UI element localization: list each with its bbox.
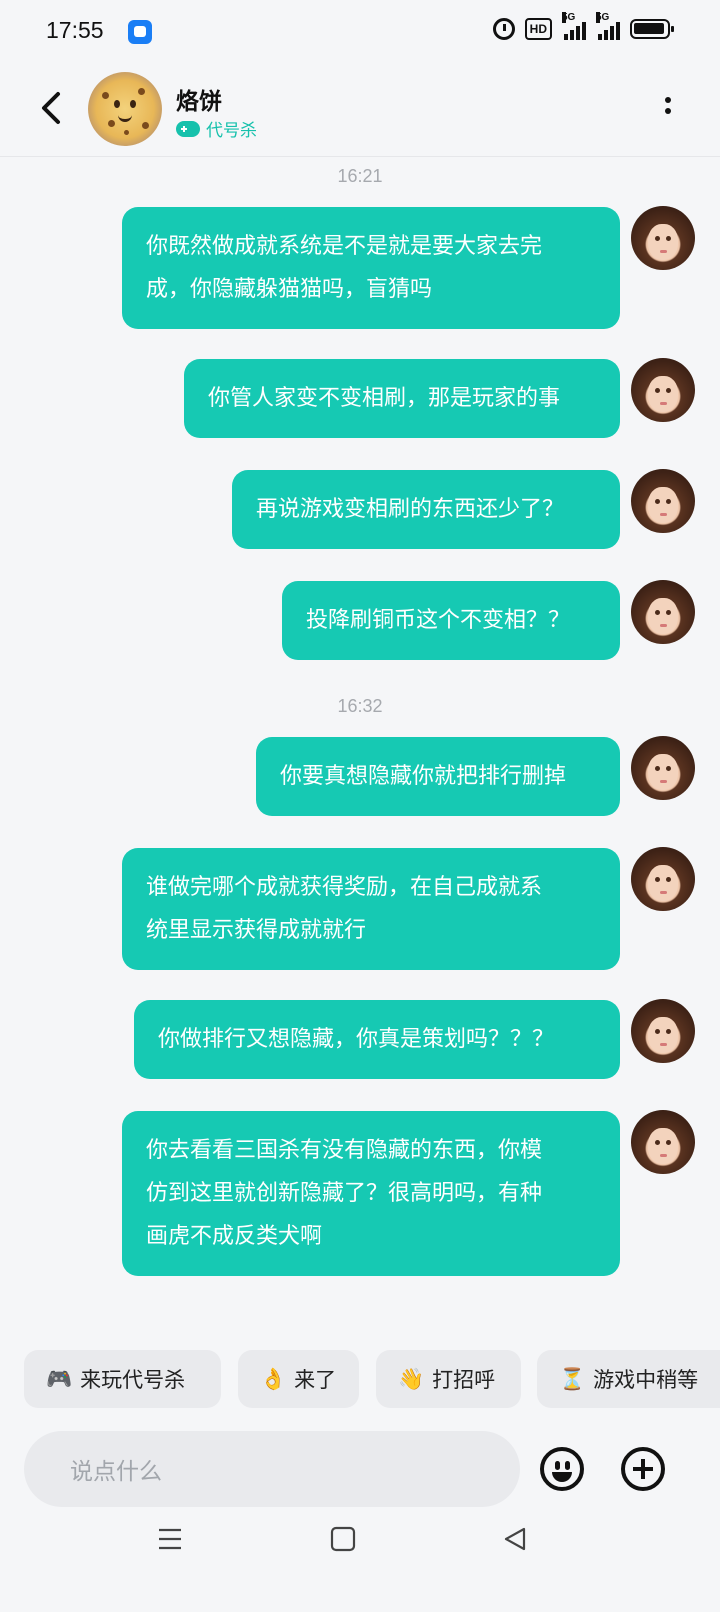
quick-reply-chip[interactable]: 👌 来了: [238, 1350, 359, 1408]
chip-label: 来了: [294, 1368, 337, 1392]
sim1-network-label: 5G: [562, 12, 576, 23]
more-menu-icon[interactable]: [664, 94, 672, 120]
quick-reply-chip[interactable]: 🎮 来玩代号杀: [24, 1350, 221, 1408]
message-line: 谁做完哪个成就获得奖励，在自己成就系: [146, 875, 543, 900]
hd-voice-icon: HD: [524, 18, 552, 40]
emoji-button[interactable]: [540, 1447, 584, 1491]
back-nav-icon[interactable]: [502, 1526, 528, 1552]
message-line: 你管人家变不变相刷，那是玩家的事: [208, 386, 561, 411]
message-bubble[interactable]: 你去看看三国杀有没有隐藏的东西，你模 仿到这里就创新隐藏了？很高明吗，有种 画虎…: [122, 1111, 620, 1276]
app-notification-icon: [128, 20, 152, 44]
message-line: 你既然做成就系统是不是就是要大家去完: [146, 234, 543, 259]
quick-reply-bar[interactable]: 🎮 来玩代号杀 👌 来了 👋 打招呼 ⏳ 游戏中稍等: [0, 1325, 720, 1415]
message-bubble[interactable]: 你做排行又想隐藏，你真是策划吗？？？: [134, 1000, 620, 1079]
home-icon[interactable]: [330, 1526, 356, 1552]
quick-reply-chip[interactable]: 👋 打招呼: [376, 1350, 521, 1408]
game-tag[interactable]: 代号杀: [176, 116, 257, 141]
status-icons: HD 5G 5G: [492, 12, 674, 40]
chip-label: 游戏中稍等: [593, 1368, 699, 1392]
user-avatar[interactable]: [631, 580, 695, 644]
message-line: 成，你隐藏躲猫猫吗，盲猜吗: [146, 277, 433, 302]
status-time: 17:55: [46, 17, 104, 43]
user-avatar[interactable]: [631, 1110, 695, 1174]
chat-header: 烙饼 代号杀: [0, 62, 720, 157]
alarm-icon: [492, 18, 515, 40]
message-line: 投降刷铜币这个不变相？？: [306, 608, 571, 633]
chip-label: 打招呼: [432, 1368, 496, 1392]
quick-reply-chip[interactable]: ⏳ 游戏中稍等: [537, 1350, 720, 1408]
contact-avatar[interactable]: [88, 72, 162, 146]
chip-label: 来玩代号杀: [80, 1368, 186, 1392]
timestamp: 16:32: [337, 696, 383, 716]
back-arrow-icon[interactable]: [36, 90, 66, 126]
composer-bar: 说点什么: [0, 1415, 720, 1515]
user-avatar[interactable]: [631, 358, 695, 422]
message-line: 仿到这里就创新隐藏了？很高明吗，有种: [146, 1181, 543, 1206]
ok-hand-emoji-icon: 👌: [260, 1366, 287, 1391]
message-line: 你去看看三国杀有没有隐藏的东西，你模: [146, 1138, 543, 1163]
game-tag-label: 代号杀: [206, 121, 257, 141]
message-line: 画虎不成反类犬啊: [146, 1224, 323, 1249]
message-list[interactable]: 16:21 你既然做成就系统是不是就是要大家去完 成，你隐藏躲猫猫吗，盲猜吗 你…: [0, 157, 720, 1325]
message-bubble[interactable]: 你既然做成就系统是不是就是要大家去完 成，你隐藏躲猫猫吗，盲猜吗: [122, 207, 620, 329]
hourglass-emoji-icon: ⏳: [559, 1366, 586, 1391]
signal-sim1-icon: 5G: [562, 12, 586, 40]
message-line: 统里显示获得成就就行: [146, 918, 367, 943]
message-line: 你要真想隐藏你就把排行删掉: [280, 764, 567, 789]
message-bubble[interactable]: 你要真想隐藏你就把排行删掉: [256, 737, 620, 816]
signal-sim2-icon: 5G: [596, 12, 620, 40]
message-input[interactable]: 说点什么: [24, 1431, 520, 1507]
user-avatar[interactable]: [631, 999, 695, 1063]
gamepad-emoji-icon: 🎮: [46, 1366, 73, 1391]
status-bar: 17:55 HD 5G 5G: [0, 0, 720, 62]
waving-hand-emoji-icon: 👋: [398, 1366, 425, 1391]
gamepad-icon: [176, 120, 200, 137]
battery-icon: [630, 19, 674, 39]
recent-apps-icon[interactable]: [157, 1526, 183, 1552]
sim2-network-label: 5G: [596, 12, 610, 23]
message-line: 你做排行又想隐藏，你真是策划吗？？？: [158, 1027, 555, 1052]
user-avatar[interactable]: [631, 469, 695, 533]
user-avatar[interactable]: [631, 206, 695, 270]
message-bubble[interactable]: 再说游戏变相刷的东西还少了？: [232, 470, 620, 549]
message-line: 再说游戏变相刷的东西还少了？: [256, 497, 565, 522]
message-bubble[interactable]: 投降刷铜币这个不变相？？: [282, 581, 620, 660]
timestamp: 16:21: [337, 166, 383, 186]
system-nav-bar: [0, 1515, 720, 1612]
message-bubble[interactable]: 你管人家变不变相刷，那是玩家的事: [184, 359, 620, 438]
user-avatar[interactable]: [631, 736, 695, 800]
contact-name[interactable]: 烙饼: [176, 82, 222, 116]
user-avatar[interactable]: [631, 847, 695, 911]
message-input-placeholder: 说点什么: [70, 1459, 162, 1485]
add-attachment-button[interactable]: [621, 1447, 665, 1491]
message-bubble[interactable]: 谁做完哪个成就获得奖励，在自己成就系 统里显示获得成就就行: [122, 848, 620, 970]
